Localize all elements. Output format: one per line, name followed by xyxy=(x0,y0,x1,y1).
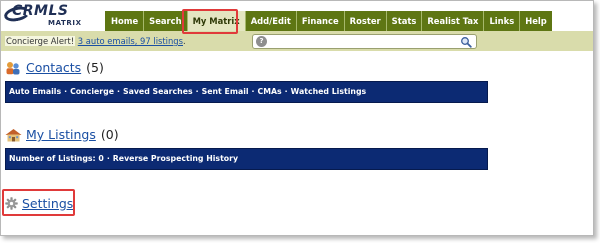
logo-brand-text: CRMLS xyxy=(12,3,69,19)
saved-searches-link[interactable]: Saved Searches xyxy=(123,87,193,96)
alert-label: Concierge Alert! xyxy=(5,36,76,46)
auto-emails-link[interactable]: Auto Emails xyxy=(9,87,61,96)
watched-listings-link[interactable]: Watched Listings xyxy=(291,87,367,96)
quick-search: ? xyxy=(252,34,477,49)
listings-count: (0) xyxy=(100,127,119,142)
separator: · xyxy=(195,87,199,96)
my-listings-link[interactable]: My Listings xyxy=(26,127,96,142)
top-header: CRMLS MATRIX Home Search My Matrix Add/E… xyxy=(1,1,593,31)
concierge-link[interactable]: Concierge xyxy=(70,87,114,96)
separator: · xyxy=(64,87,68,96)
contacts-header: Contacts (5) xyxy=(5,60,104,75)
separator: · xyxy=(106,154,110,163)
tab-add-edit[interactable]: Add/Edit xyxy=(244,11,296,31)
tab-home[interactable]: Home xyxy=(105,11,144,31)
magnifier-icon[interactable] xyxy=(460,36,472,48)
concierge-alert: Concierge Alert! 3 auto emails, 97 listi… xyxy=(5,36,186,46)
search-input[interactable] xyxy=(271,35,451,48)
contacts-icon xyxy=(6,61,20,74)
sent-email-link[interactable]: Sent Email xyxy=(202,87,249,96)
alert-link[interactable]: 3 auto emails, 97 listings xyxy=(78,36,183,46)
main-nav: Home Search My Matrix Add/Edit Finance R… xyxy=(105,11,552,31)
tab-finance[interactable]: Finance xyxy=(295,11,344,31)
contacts-links-bar: Auto Emails · Concierge · Saved Searches · Sen… xyxy=(5,81,488,103)
crmls-matrix-logo[interactable]: CRMLS MATRIX xyxy=(2,3,106,29)
logo-product-text: MATRIX xyxy=(48,19,82,27)
tab-links[interactable]: Links xyxy=(483,11,520,31)
tab-roster[interactable]: Roster xyxy=(343,11,386,31)
tab-search[interactable]: Search xyxy=(143,11,187,31)
tab-my-matrix[interactable]: My Matrix xyxy=(186,11,245,31)
listings-links-bar: Number of Listings: 0 · Reverse Prospectin… xyxy=(5,148,488,170)
app-window: CRMLS MATRIX Home Search My Matrix Add/E… xyxy=(0,0,594,236)
tab-stats[interactable]: Stats xyxy=(385,11,422,31)
separator: · xyxy=(251,87,255,96)
number-of-listings-link[interactable]: Number of Listings: 0 xyxy=(9,154,104,163)
settings-link[interactable]: Settings xyxy=(22,196,73,211)
contacts-count: (5) xyxy=(86,60,104,75)
cmas-link[interactable]: CMAs xyxy=(258,87,282,96)
help-icon[interactable]: ? xyxy=(256,36,267,47)
alert-suffix: . xyxy=(183,36,186,46)
settings-header: Settings xyxy=(5,196,73,211)
tab-realist-tax[interactable]: Realist Tax xyxy=(421,11,484,31)
gear-icon xyxy=(5,197,18,210)
separator: · xyxy=(117,87,120,96)
reverse-prospecting-link[interactable]: Reverse Prospecting History xyxy=(113,154,238,163)
tab-help[interactable]: Help xyxy=(519,11,552,31)
listings-header: My Listings (0) xyxy=(5,127,119,142)
contacts-link[interactable]: Contacts xyxy=(26,60,81,75)
house-icon xyxy=(5,128,22,141)
separator: · xyxy=(284,87,288,96)
